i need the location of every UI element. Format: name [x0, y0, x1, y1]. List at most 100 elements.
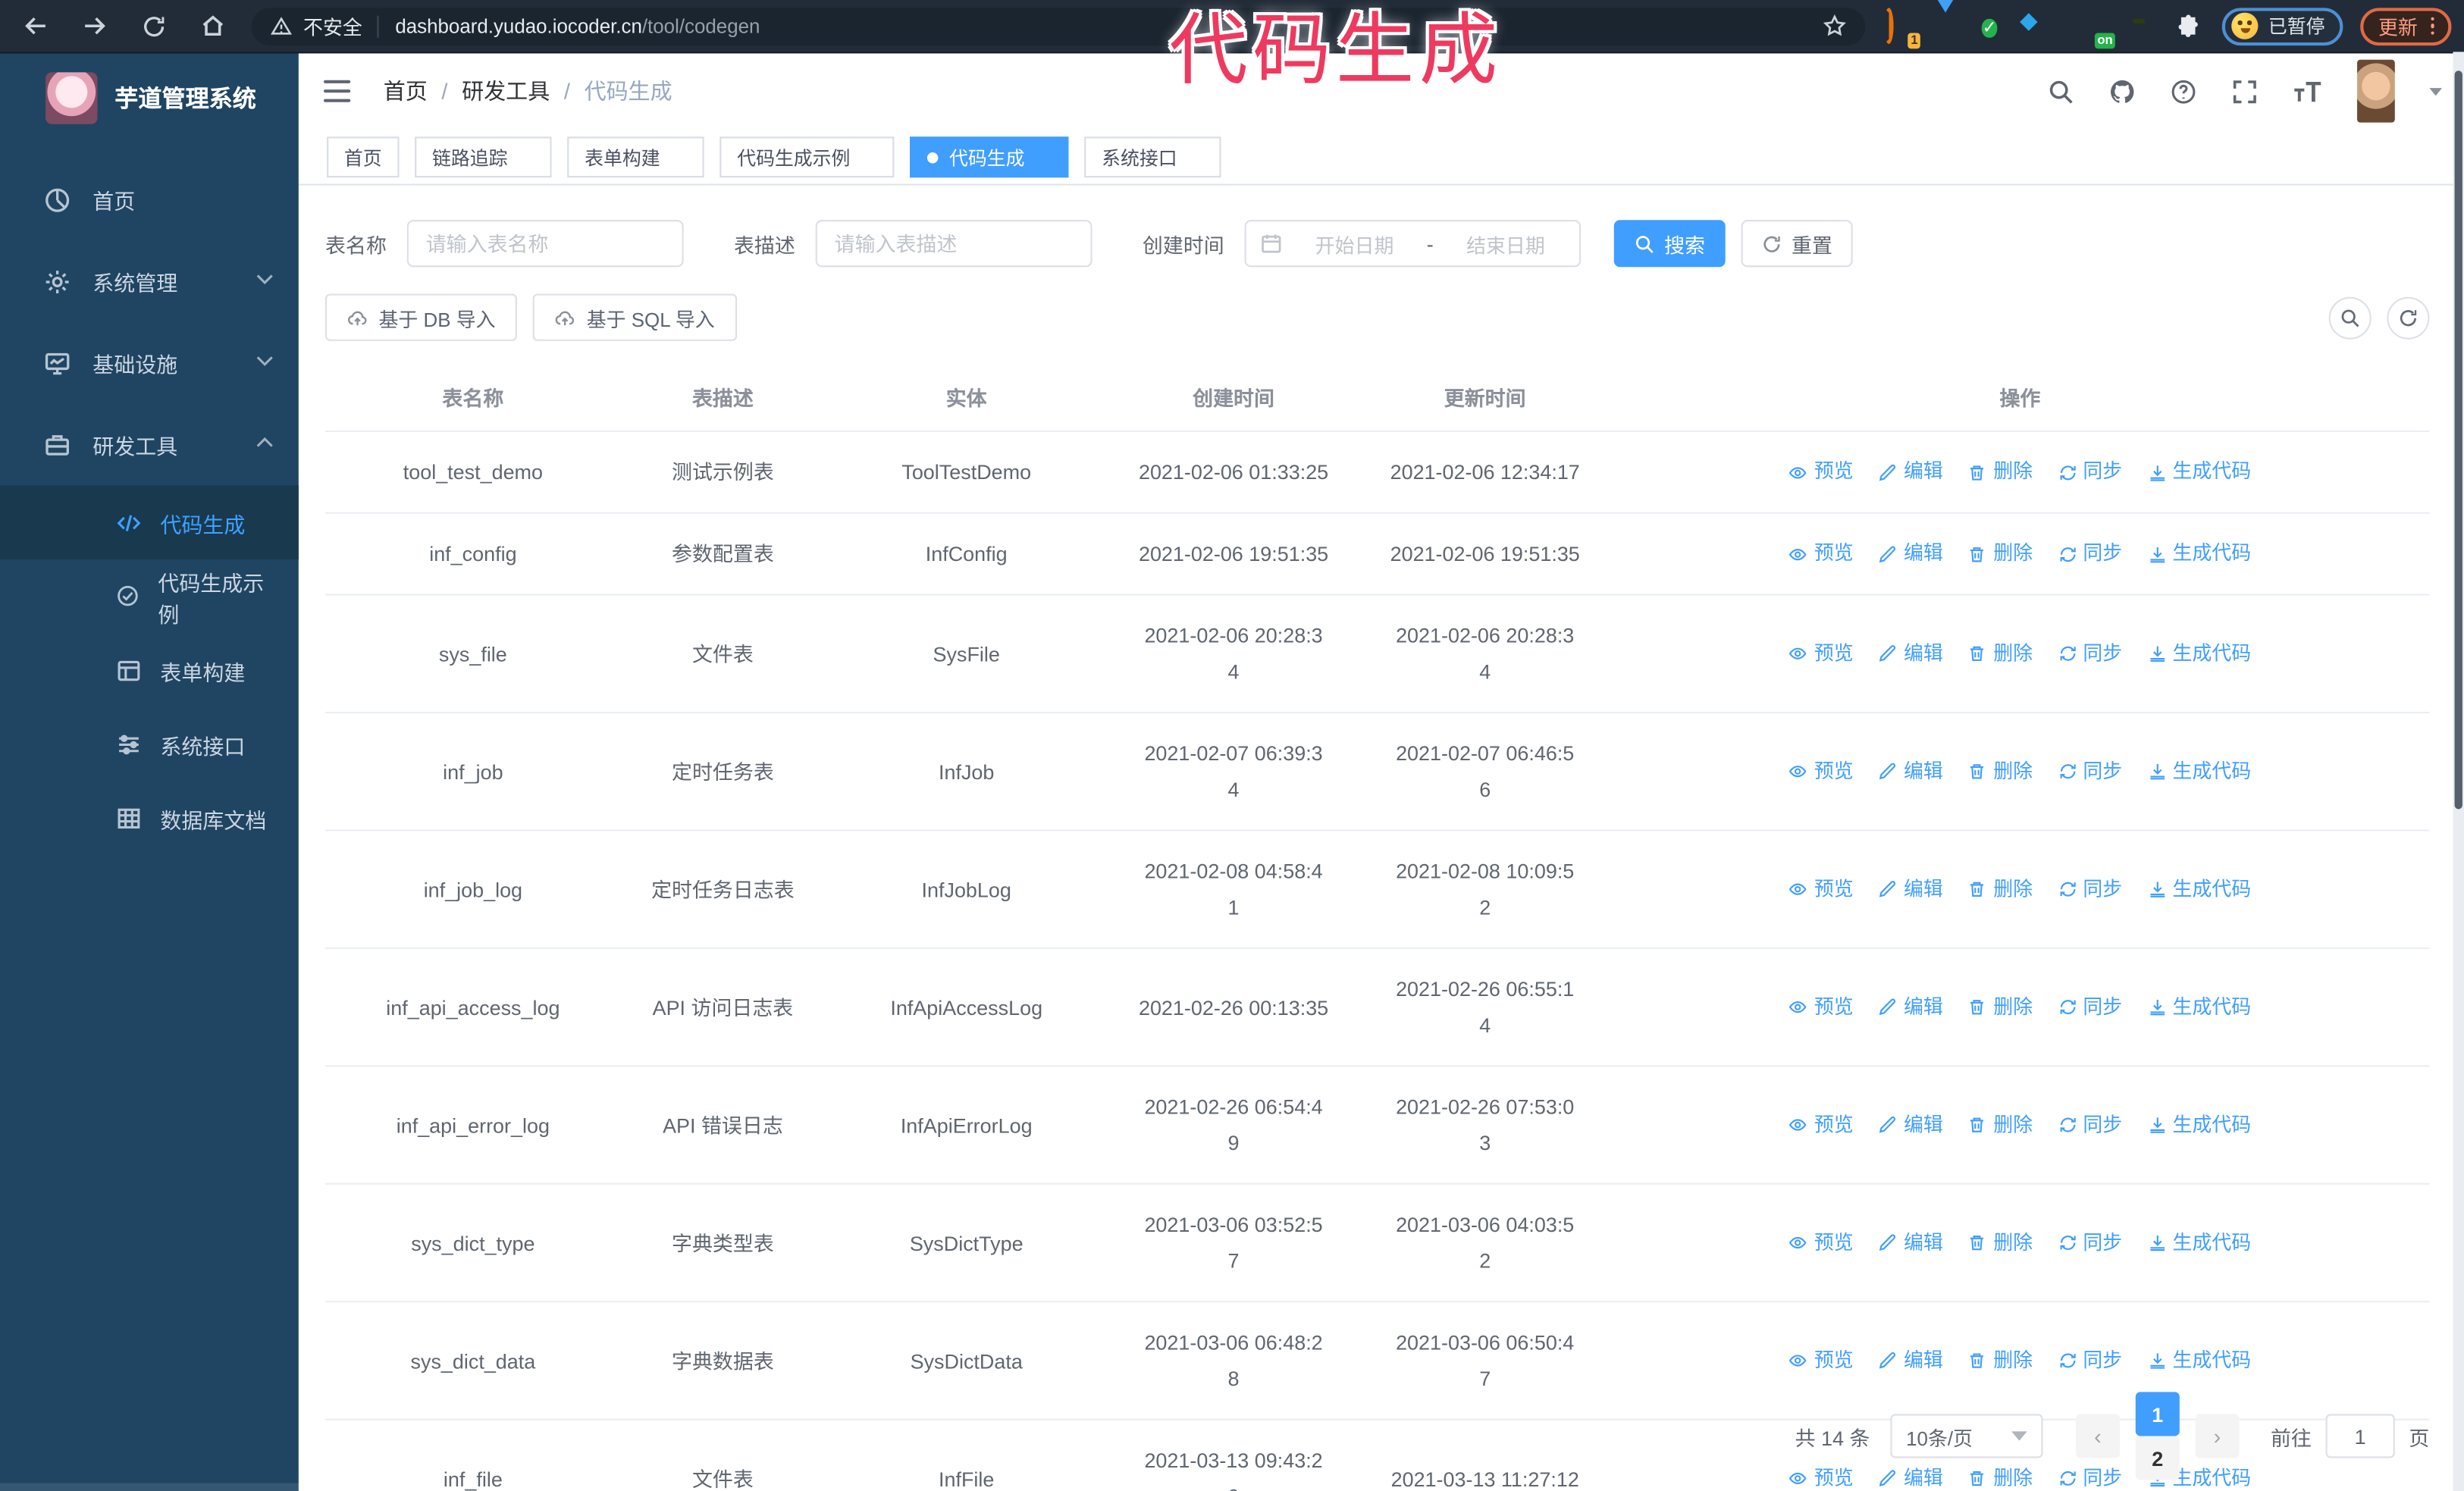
font-size-icon[interactable] — [2293, 78, 2322, 105]
action-delete-button[interactable]: 删除 — [1968, 635, 2033, 672]
back-icon[interactable] — [22, 13, 49, 39]
action-generate-button[interactable]: 生成代码 — [2147, 989, 2251, 1026]
sidebar-subitem[interactable]: 系统接口 — [0, 707, 299, 781]
end-date-placeholder[interactable]: 结束日期 — [1446, 229, 1565, 258]
page-number-button[interactable]: 2 — [2135, 1436, 2180, 1480]
tab[interactable]: 链路追踪 — [415, 136, 552, 178]
action-preview-button[interactable]: 预览 — [1789, 1342, 1854, 1379]
forward-icon[interactable] — [82, 13, 108, 39]
action-sync-button[interactable]: 同步 — [2058, 871, 2122, 907]
reload-icon[interactable] — [142, 14, 167, 39]
breadcrumb-devtools[interactable]: 研发工具 — [462, 75, 550, 106]
action-edit-button[interactable]: 编辑 — [1879, 536, 1943, 572]
extension-grid-icon[interactable] — [2031, 12, 2059, 40]
table-desc-input[interactable] — [815, 220, 1092, 268]
action-edit-button[interactable]: 编辑 — [1879, 1107, 1943, 1143]
page-size-select[interactable]: 10条/页 — [1890, 1414, 2043, 1458]
update-browser-button[interactable]: 更新 — [2361, 7, 2452, 45]
action-edit-button[interactable]: 编辑 — [1879, 454, 1943, 490]
reset-button[interactable]: 重置 — [1741, 220, 1853, 268]
sidebar-item-2[interactable]: 基础设施 — [0, 322, 299, 404]
action-preview-button[interactable]: 预览 — [1789, 536, 1854, 572]
import-db-button[interactable]: 基于 DB 导入 — [325, 293, 518, 341]
action-sync-button[interactable]: 同步 — [2058, 1342, 2122, 1379]
user-avatar[interactable] — [2357, 59, 2395, 123]
action-edit-button[interactable]: 编辑 — [1879, 1342, 1943, 1379]
address-bar[interactable]: 不安全 dashboard.yudao.iocoder.cn/tool/code… — [251, 7, 1867, 45]
sidebar-subitem[interactable]: 数据库文档 — [0, 781, 299, 854]
window-scrollbar[interactable] — [2453, 52, 2464, 1491]
action-sync-button[interactable]: 同步 — [2058, 1107, 2122, 1143]
next-page-button[interactable]: › — [2195, 1414, 2240, 1458]
action-generate-button[interactable]: 生成代码 — [2147, 1107, 2251, 1143]
header-search-icon[interactable] — [2048, 78, 2074, 105]
action-delete-button[interactable]: 删除 — [1968, 454, 2033, 490]
tab-close-icon[interactable] — [1188, 149, 1204, 165]
action-sync-button[interactable]: 同步 — [2058, 454, 2122, 490]
action-sync-button[interactable]: 同步 — [2058, 989, 2122, 1026]
tab-close-icon[interactable] — [861, 149, 877, 165]
action-edit-button[interactable]: 编辑 — [1879, 753, 1943, 790]
browser-menu-icon[interactable] — [2430, 17, 2434, 36]
tab[interactable]: 代码生成示例 — [719, 136, 895, 178]
refresh-table-button[interactable] — [2387, 296, 2430, 339]
tab[interactable]: 系统接口 — [1084, 136, 1221, 178]
bookmark-star-icon[interactable] — [1823, 14, 1847, 38]
scrollbar-thumb[interactable] — [2454, 70, 2462, 810]
goto-page-input[interactable] — [2325, 1414, 2395, 1458]
action-sync-button[interactable]: 同步 — [2058, 635, 2122, 672]
action-sync-button[interactable]: 同步 — [2058, 1225, 2122, 1261]
extension-orange-icon[interactable]: 1 — [1885, 7, 1921, 49]
action-generate-button[interactable]: 生成代码 — [2147, 536, 2251, 572]
action-generate-button[interactable]: 生成代码 — [2147, 1225, 2251, 1261]
action-delete-button[interactable]: 删除 — [1968, 1225, 2033, 1261]
help-icon[interactable] — [2170, 78, 2196, 105]
profile-paused-chip[interactable]: 已暂停 — [2222, 7, 2344, 45]
extension-dark-icon[interactable]: on — [2080, 12, 2116, 49]
table-name-input[interactable] — [406, 220, 684, 268]
action-edit-button[interactable]: 编辑 — [1879, 635, 1943, 672]
tab[interactable]: 首页 — [327, 136, 400, 178]
sidebar-item-1[interactable]: 系统管理 — [0, 240, 299, 322]
tab-close-icon[interactable] — [671, 149, 687, 165]
sidebar-subitem[interactable]: 代码生成 — [0, 485, 299, 559]
tab[interactable]: 表单构建 — [567, 136, 704, 178]
app-logo-row[interactable]: 芋道管理系统 — [0, 52, 299, 136]
security-warning-icon[interactable] — [270, 15, 293, 37]
action-generate-button[interactable]: 生成代码 — [2147, 635, 2251, 672]
action-delete-button[interactable]: 删除 — [1968, 989, 2033, 1026]
sidebar-scrollbar[interactable] — [0, 1483, 299, 1491]
extension-green-icon[interactable] — [2128, 12, 2156, 40]
action-edit-button[interactable]: 编辑 — [1879, 1225, 1943, 1261]
action-delete-button[interactable]: 删除 — [1968, 1107, 2033, 1143]
sidebar-item-0[interactable]: 首页 — [0, 158, 299, 240]
page-number-button[interactable]: 1 — [2135, 1392, 2180, 1436]
security-label[interactable]: 不安全 — [303, 11, 362, 41]
url-text[interactable]: dashboard.yudao.iocoder.cn/tool/codegen — [395, 15, 760, 37]
extension-gem-icon[interactable] — [1933, 0, 1961, 40]
action-preview-button[interactable]: 预览 — [1789, 1225, 1854, 1261]
action-delete-button[interactable]: 删除 — [1968, 871, 2033, 907]
action-generate-button[interactable]: 生成代码 — [2147, 454, 2251, 490]
date-range-picker[interactable]: 开始日期 - 结束日期 — [1244, 220, 1582, 268]
tab-close-icon[interactable] — [519, 149, 534, 165]
sidebar-subitem[interactable]: 代码生成示例 — [0, 559, 299, 633]
start-date-placeholder[interactable]: 开始日期 — [1295, 229, 1414, 258]
action-delete-button[interactable]: 删除 — [1968, 753, 2033, 790]
tab[interactable]: 代码生成 — [910, 136, 1069, 178]
sidebar-subitem[interactable]: 表单构建 — [0, 633, 299, 706]
action-edit-button[interactable]: 编辑 — [1879, 989, 1943, 1026]
tab-close-icon[interactable] — [1036, 149, 1052, 165]
action-delete-button[interactable]: 删除 — [1968, 1342, 2033, 1379]
fullscreen-icon[interactable] — [2231, 78, 2258, 105]
extensions-puzzle-icon[interactable] — [2177, 14, 2202, 39]
action-preview-button[interactable]: 预览 — [1789, 635, 1854, 672]
hamburger-icon[interactable] — [323, 80, 351, 102]
prev-page-button[interactable]: ‹ — [2075, 1414, 2121, 1458]
avatar-caret-down-icon[interactable] — [2429, 87, 2442, 96]
import-sql-button[interactable]: 基于 SQL 导入 — [533, 293, 737, 341]
toggle-search-button[interactable] — [2328, 296, 2372, 339]
extension-check-icon[interactable]: ✓ — [1982, 12, 2011, 40]
sidebar-item-3[interactable]: 研发工具 — [0, 404, 299, 486]
action-sync-button[interactable]: 同步 — [2058, 753, 2122, 790]
